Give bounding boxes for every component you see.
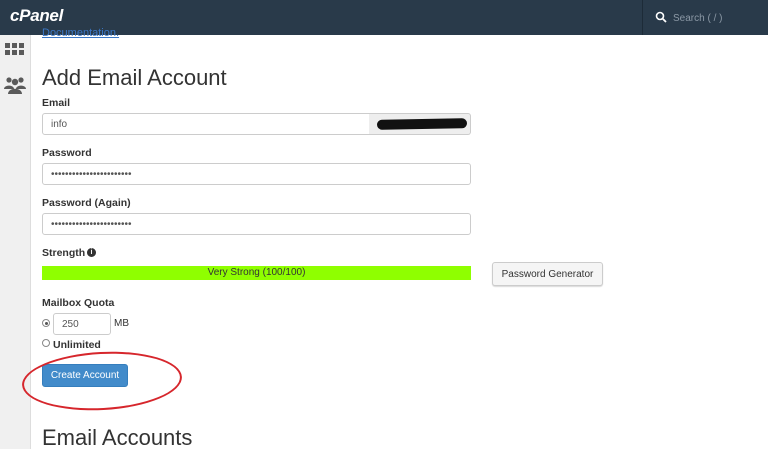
quota-unit: MB [114, 318, 129, 329]
quota-limited-radio[interactable] [42, 319, 50, 327]
documentation-link[interactable]: Documentation. [42, 27, 119, 39]
sidebar [0, 35, 31, 449]
strength-meter: Very Strong (100/100) [42, 266, 471, 280]
domain-select[interactable] [369, 113, 471, 135]
search-icon [655, 11, 667, 23]
quota-label: Mailbox Quota [42, 297, 115, 309]
password-field[interactable] [42, 163, 471, 185]
info-icon[interactable]: i [87, 248, 96, 257]
email-label: Email [42, 97, 71, 109]
page-title: Add Email Account [42, 65, 227, 90]
redacted-domain [376, 118, 468, 130]
unlimited-label[interactable]: Unlimited [53, 339, 101, 351]
users-icon [4, 77, 26, 94]
sidebar-item-users[interactable] [3, 73, 27, 97]
password-generator-button[interactable]: Password Generator [492, 262, 603, 286]
strength-label: Strength [42, 247, 86, 259]
grid-icon [5, 43, 24, 55]
cpanel-logo[interactable]: cPanel [10, 6, 63, 26]
search-box[interactable] [642, 0, 768, 35]
password-again-label: Password (Again) [42, 197, 131, 209]
strength-text: Very Strong (100/100) [207, 267, 306, 278]
password-again-field[interactable] [42, 213, 471, 235]
search-input[interactable] [671, 10, 765, 26]
email-field[interactable] [42, 113, 370, 135]
quota-input[interactable] [53, 313, 111, 335]
quota-unlimited-radio[interactable] [42, 339, 50, 347]
email-accounts-title: Email Accounts [42, 425, 193, 450]
create-account-button[interactable]: Create Account [42, 364, 128, 387]
password-label: Password [42, 147, 92, 159]
sidebar-item-home[interactable] [3, 40, 27, 64]
